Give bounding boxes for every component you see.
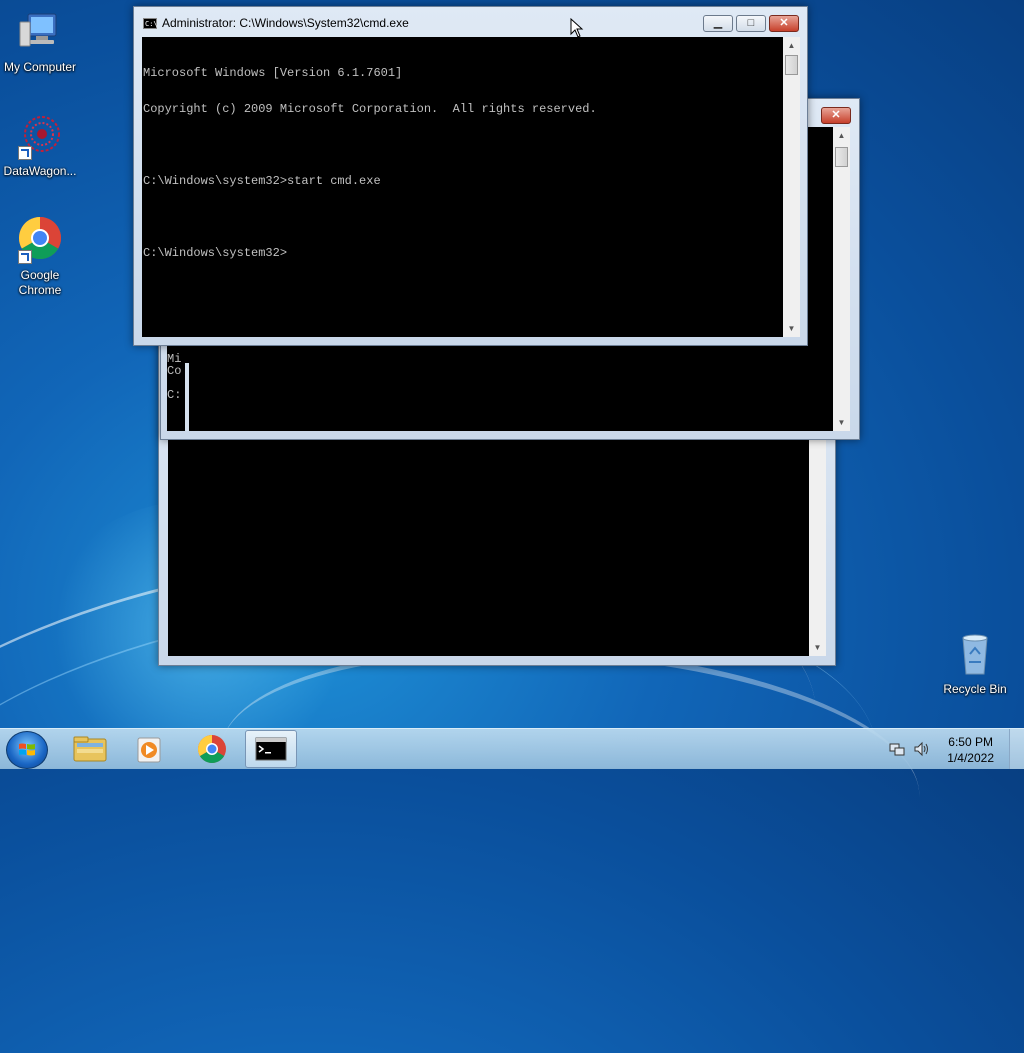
- console-prompt: C:\Windows\system32>: [143, 246, 288, 260]
- cmd-window-front[interactable]: C:\ Administrator: C:\Windows\System32\c…: [133, 6, 808, 346]
- volume-icon[interactable]: [913, 741, 931, 762]
- cmd-icon: C:\: [143, 18, 158, 29]
- media-player-icon: [137, 737, 161, 763]
- cmd-icon: [255, 737, 287, 761]
- windows-logo-icon: [19, 743, 35, 756]
- title-bar[interactable]: C:\ Administrator: C:\Windows\System32\c…: [134, 7, 807, 37]
- scroll-down-arrow-icon[interactable]: ▼: [783, 320, 800, 337]
- desktop-icon-label: DataWagon...: [3, 164, 77, 178]
- console-line: Microsoft Windows [Version 6.1.7601]: [143, 66, 403, 80]
- minimize-button[interactable]: ▁: [703, 15, 733, 32]
- console-line: C:\Windows\system32>start cmd.exe: [143, 174, 381, 188]
- taskbar-media-player-button[interactable]: [122, 730, 178, 768]
- scroll-up-arrow-icon[interactable]: ▲: [783, 37, 800, 54]
- desktop-icon-my-computer[interactable]: My Computer: [0, 8, 80, 75]
- taskbar-cmd-button[interactable]: [245, 730, 297, 768]
- close-button[interactable]: ✕: [821, 107, 851, 124]
- desktop-icon-datawagon[interactable]: DataWagon...: [0, 112, 80, 179]
- clock-date: 1/4/2022: [947, 751, 994, 765]
- scrollbar-thumb[interactable]: [835, 147, 848, 167]
- scroll-down-arrow-icon[interactable]: ▼: [833, 414, 850, 431]
- desktop-icon-label: Google Chrome: [18, 268, 62, 297]
- shortcut-arrow-icon: [18, 146, 32, 160]
- desktop-icon-google-chrome[interactable]: Google Chrome: [0, 216, 80, 298]
- chrome-icon: [16, 216, 64, 264]
- window-title: Administrator: C:\Windows\System32\cmd.e…: [162, 16, 409, 30]
- vertical-scrollbar[interactable]: ▲ ▼: [833, 127, 850, 431]
- taskbar-chrome-button[interactable]: [184, 730, 240, 768]
- clock-time: 6:50 PM: [948, 735, 993, 749]
- desktop-icon-recycle-bin[interactable]: Recycle Bin: [935, 630, 1015, 697]
- scroll-up-arrow-icon[interactable]: ▲: [833, 127, 850, 144]
- scrollbar-thumb[interactable]: [785, 55, 798, 75]
- front-window-edge: [185, 363, 833, 431]
- console-line: Co: [167, 364, 182, 378]
- maximize-button[interactable]: □: [736, 15, 766, 32]
- scroll-down-arrow-icon[interactable]: ▼: [809, 639, 826, 656]
- vertical-scrollbar[interactable]: ▲ ▼: [783, 37, 800, 337]
- datawagon-icon: [16, 112, 64, 160]
- taskbar: 6:50 PM 1/4/2022: [0, 728, 1024, 769]
- explorer-icon: [73, 736, 107, 762]
- start-button[interactable]: [6, 731, 48, 769]
- console-output-front[interactable]: Microsoft Windows [Version 6.1.7601] Cop…: [142, 37, 783, 337]
- taskbar-explorer-button[interactable]: [62, 730, 118, 768]
- computer-icon: [16, 8, 64, 56]
- chrome-icon: [198, 735, 226, 763]
- system-clock[interactable]: 6:50 PM 1/4/2022: [947, 734, 994, 766]
- console-line: C:: [167, 388, 182, 402]
- shortcut-arrow-icon: [18, 250, 32, 264]
- network-icon[interactable]: [889, 741, 905, 762]
- desktop-icon-label: My Computer: [3, 60, 77, 74]
- desktop-icon-label: Recycle Bin: [943, 682, 1007, 696]
- show-desktop-button[interactable]: [1009, 729, 1024, 769]
- close-button[interactable]: ✕: [769, 15, 799, 32]
- recycle-bin-icon: [951, 630, 999, 678]
- console-line: Copyright (c) 2009 Microsoft Corporation…: [143, 102, 597, 116]
